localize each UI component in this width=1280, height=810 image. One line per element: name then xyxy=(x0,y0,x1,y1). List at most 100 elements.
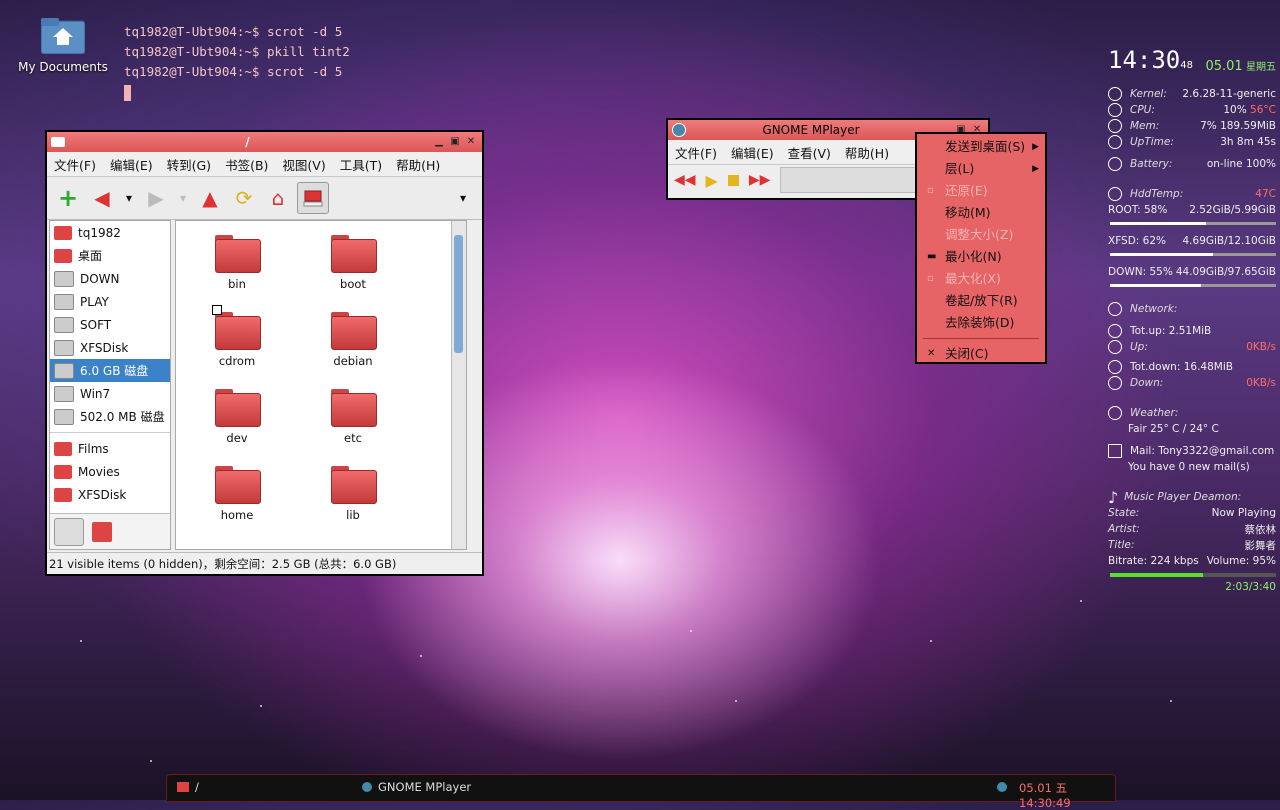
new-tab-plus-icon[interactable]: + xyxy=(53,183,83,213)
menu-go[interactable]: 转到(G) xyxy=(160,155,218,174)
conky-panel: 14:3048 05.01 星期五 Kernel: 2.6.28-11-gener… xyxy=(1108,46,1277,593)
sidebar-item-movies[interactable]: Movies xyxy=(50,460,170,483)
sidebar-item-6gb[interactable]: 6.0 GB 磁盘 xyxy=(50,359,170,382)
sidebar-item-xfsdisk2[interactable]: XFSDisk xyxy=(50,483,170,506)
folder-icon xyxy=(51,137,65,147)
menu-item-restore[interactable]: ▫ 还原(E) xyxy=(917,180,1045,202)
menu-file[interactable]: 文件(F) xyxy=(668,143,724,162)
file-item[interactable]: home xyxy=(192,466,282,522)
xfsd-label: XFSD: 62% xyxy=(1108,235,1167,247)
menu-item-layer[interactable]: 层(L) ▶ xyxy=(917,158,1045,180)
reload-icon[interactable]: ⟳ xyxy=(229,183,259,213)
play-icon[interactable]: ▶ xyxy=(706,171,718,190)
sidebar-item-soft[interactable]: SOFT xyxy=(50,313,170,336)
terminal-line: tq1982@T-Ubt904:~$ scrot -d 5 xyxy=(124,64,343,79)
scrollbar-thumb[interactable] xyxy=(454,235,463,353)
computer-view-icon[interactable] xyxy=(92,521,112,542)
terminal-cursor xyxy=(124,84,131,101)
menu-edit[interactable]: 编辑(E) xyxy=(724,143,781,162)
minimize-icon: ▬ xyxy=(927,251,937,262)
back-arrow-icon[interactable]: ◀ xyxy=(87,183,117,213)
fast-forward-icon[interactable]: ▶▶ xyxy=(749,172,771,188)
clock-seconds: 48 xyxy=(1180,60,1193,71)
menu-view[interactable]: 查看(V) xyxy=(781,143,838,162)
menu-item-minimize[interactable]: ▬ 最小化(N) xyxy=(917,246,1045,268)
computer-icon[interactable] xyxy=(297,182,329,214)
kernel-icon xyxy=(1108,87,1122,101)
mail-status: You have 0 new mail(s) xyxy=(1128,461,1250,473)
drive-icon xyxy=(54,408,74,425)
restore-icon: ▫ xyxy=(927,185,934,196)
desktop-icon-label: My Documents xyxy=(18,60,108,74)
sidebar-item-films[interactable]: Films xyxy=(50,437,170,460)
folder-icon xyxy=(331,235,377,273)
scrollbar[interactable] xyxy=(451,221,466,549)
music-note-icon: ♪ xyxy=(1108,487,1119,507)
menu-item-send-to-desktop[interactable]: 发送到桌面(S) ▶ xyxy=(917,136,1045,158)
file-item[interactable]: cdrom xyxy=(192,312,282,368)
menu-item-move[interactable]: 移动(M) xyxy=(917,202,1045,224)
menu-help[interactable]: 帮助(H) xyxy=(389,155,447,174)
sidebar-item-play[interactable]: PLAY xyxy=(50,290,170,313)
file-item[interactable]: debian xyxy=(308,312,398,368)
menu-item-shade[interactable]: 卷起/放下(R) xyxy=(917,290,1045,312)
sidebar-item-home[interactable]: tq1982 xyxy=(50,221,170,244)
rewind-icon[interactable]: ◀◀ xyxy=(674,172,696,188)
forward-arrow-icon[interactable]: ▶ xyxy=(141,183,171,213)
menu-tools[interactable]: 工具(T) xyxy=(333,155,389,174)
forward-dropdown-icon[interactable]: ▾ xyxy=(175,183,191,213)
uptime-icon xyxy=(1108,135,1122,149)
sidebar-item-xfsdisk[interactable]: XFSDisk xyxy=(50,336,170,359)
desktop-icon xyxy=(54,248,72,263)
hdd-temp: 47C xyxy=(1255,188,1276,200)
maximize-button[interactable]: ▣ xyxy=(448,135,462,149)
sidebar-item-down[interactable]: DOWN xyxy=(50,267,170,290)
minimize-button[interactable]: ▁ xyxy=(432,135,446,149)
root-label: ROOT: 58% xyxy=(1108,204,1168,216)
cpu-temp: 56°C xyxy=(1250,104,1276,116)
mpd-title: 影舞者 xyxy=(1244,539,1277,552)
menu-edit[interactable]: 编辑(E) xyxy=(103,155,160,174)
submenu-arrow-icon: ▶ xyxy=(1032,142,1039,152)
sidebar-item-502mb[interactable]: 502.0 MB 磁盘 xyxy=(50,405,170,428)
file-manager-titlebar[interactable]: / ▁ ▣ ✕ xyxy=(47,132,482,152)
back-dropdown-icon[interactable]: ▾ xyxy=(121,183,137,213)
sidebar-item-win7[interactable]: Win7 xyxy=(50,382,170,405)
menu-bookmarks[interactable]: 书签(B) xyxy=(218,155,275,174)
menu-item-close[interactable]: ✕ 关闭(C) xyxy=(917,343,1045,365)
folder-icon xyxy=(54,464,72,479)
taskbar-item-file-manager[interactable]: / xyxy=(177,780,199,794)
menu-view[interactable]: 视图(V) xyxy=(275,155,332,174)
file-item[interactable]: boot xyxy=(308,235,398,291)
mplayer-app-icon xyxy=(672,123,686,137)
clock-date: 05.01 xyxy=(1205,59,1243,74)
folder-icon xyxy=(331,312,377,350)
download-arrow-icon xyxy=(1108,376,1122,390)
drive-view-icon[interactable] xyxy=(54,517,84,546)
menu-file[interactable]: 文件(F) xyxy=(47,155,103,174)
menu-item-maximize[interactable]: ▫ 最大化(X) xyxy=(917,268,1045,290)
location-dropdown-icon[interactable]: ▾ xyxy=(448,183,478,213)
menu-help[interactable]: 帮助(H) xyxy=(838,143,896,162)
up-arrow-icon[interactable]: ▲ xyxy=(195,183,225,213)
file-item[interactable]: bin xyxy=(192,235,282,291)
battery-value: on-line 100% xyxy=(1206,158,1276,170)
mail-label: Mail: Tony3322@gmail.com xyxy=(1130,445,1275,457)
menu-item-resize[interactable]: 调整大小(Z) xyxy=(917,224,1045,246)
xfsd-usage-bar xyxy=(1110,253,1276,256)
sidebar-item-desktop[interactable]: 桌面 xyxy=(50,244,170,267)
file-item[interactable]: etc xyxy=(308,389,398,445)
file-item[interactable]: lib xyxy=(308,466,398,522)
taskbar-clock: 05.01 五 14:30:49 xyxy=(1019,781,1071,810)
my-documents-icon[interactable]: My Documents xyxy=(18,18,108,74)
menu-item-undecorate[interactable]: 去除装饰(D) xyxy=(917,312,1045,334)
tray-mplayer-icon[interactable] xyxy=(997,782,1007,792)
stop-icon[interactable] xyxy=(727,174,739,186)
file-view: bin boot cdrom debian dev etc home lib xyxy=(175,220,467,550)
down-usage-bar xyxy=(1110,284,1276,287)
taskbar-item-mplayer[interactable]: GNOME MPlayer xyxy=(362,780,471,794)
status-bar: 21 visible items (0 hidden)，剩余空间：2.5 GB … xyxy=(47,552,482,574)
home-icon[interactable]: ⌂ xyxy=(263,183,293,213)
file-item[interactable]: dev xyxy=(192,389,282,445)
close-button[interactable]: ✕ xyxy=(464,135,478,149)
